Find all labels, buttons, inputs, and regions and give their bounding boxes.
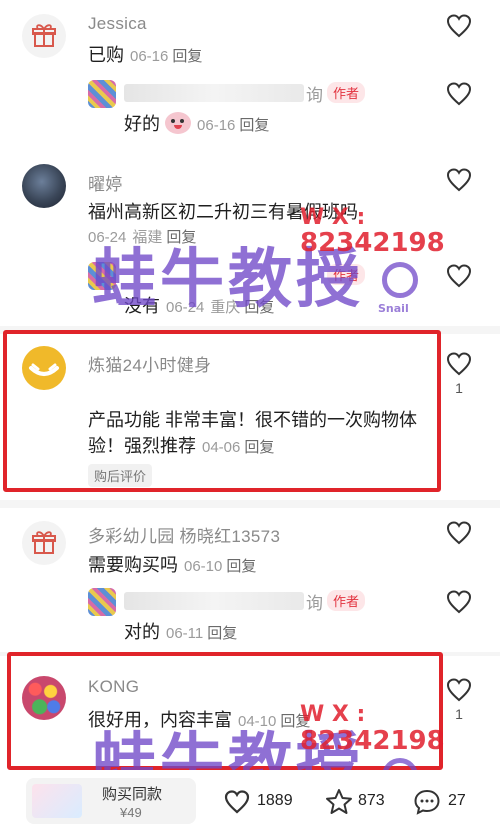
comment-count: 27 xyxy=(448,792,466,809)
reply-button[interactable]: 回复 xyxy=(172,48,202,65)
heart-icon[interactable] xyxy=(445,262,473,290)
author-name-suffix: 询 xyxy=(306,86,323,105)
comment-body: 已购 xyxy=(88,45,124,65)
reply-text: 对的 06-11 回复 xyxy=(124,618,237,644)
author-name-suffix: 询 xyxy=(306,594,323,613)
buy-same-label: 购买同款 xyxy=(102,786,163,803)
like-count: 1889 xyxy=(257,792,293,809)
author-badge: 作者 xyxy=(327,82,366,103)
cat-logo-icon xyxy=(29,363,59,376)
gift-icon xyxy=(32,24,56,47)
watermark-wx: W X : xyxy=(300,205,366,230)
comment-date: 04-06 xyxy=(202,439,241,456)
gift-icon xyxy=(32,531,56,554)
comment-text: 需要购买吗 06-10 回复 xyxy=(88,551,256,577)
author-avatar[interactable] xyxy=(88,80,116,108)
author-name-blurred xyxy=(124,592,304,610)
watermark-wx: W X : xyxy=(300,702,366,727)
emoji-sticker xyxy=(165,112,192,134)
comment-text: 已购 06-16 回复 xyxy=(88,41,202,67)
watermark-phone: 82342198 xyxy=(300,726,445,756)
comment-date: 06-10 xyxy=(184,558,223,575)
author-avatar[interactable] xyxy=(88,588,116,616)
avatar[interactable] xyxy=(22,164,66,208)
watermark-phone: 82342198 xyxy=(300,228,445,258)
star-icon[interactable] xyxy=(324,787,354,817)
avatar[interactable] xyxy=(22,521,66,565)
avatar[interactable] xyxy=(22,346,66,390)
comment-username[interactable]: 多彩幼儿园 杨晓红13573 xyxy=(88,522,280,547)
heart-icon[interactable] xyxy=(222,788,252,816)
comment-username[interactable]: KONG xyxy=(88,677,139,697)
heart-icon[interactable] xyxy=(445,588,473,616)
product-thumbnail xyxy=(32,784,82,818)
section-divider xyxy=(0,500,500,508)
buy-same-button[interactable]: 购买同款 ¥49 xyxy=(26,778,196,824)
star-count: 873 xyxy=(358,792,385,809)
reply-button[interactable]: 回复 xyxy=(226,558,256,575)
heart-icon[interactable] xyxy=(445,519,473,547)
like-count: 1 xyxy=(455,380,463,396)
product-price: ¥49 xyxy=(120,805,142,820)
author-name-blurred xyxy=(124,84,304,102)
comment-date: 06-16 xyxy=(130,48,169,65)
reply-date: 06-11 xyxy=(166,625,204,642)
comment-icon[interactable] xyxy=(412,787,442,817)
heart-icon[interactable] xyxy=(445,350,473,378)
reply-button[interactable]: 回复 xyxy=(239,117,269,134)
comment-body: 需要购买吗 xyxy=(88,555,178,575)
reply-body: 好的 xyxy=(124,114,160,134)
reply-date: 06-16 xyxy=(197,117,236,134)
bottom-action-bar: 购买同款 ¥49 1889 873 27 xyxy=(0,770,500,831)
avatar[interactable] xyxy=(22,14,66,58)
comment-text-line1: 产品功能 非常丰富！很不错的一次购物体 xyxy=(88,410,417,430)
heart-icon[interactable] xyxy=(445,12,473,40)
heart-icon[interactable] xyxy=(445,80,473,108)
comment-username[interactable]: Jessica xyxy=(88,14,147,34)
avatar[interactable] xyxy=(22,676,66,720)
reply-button[interactable]: 回复 xyxy=(244,439,274,456)
post-purchase-tag: 购后评价 xyxy=(88,464,153,487)
reply-body: 对的 xyxy=(124,622,160,642)
heart-icon[interactable] xyxy=(445,166,473,194)
reply-text: 好的 06-16 回复 xyxy=(124,110,269,136)
comment-text-line2: 验！强烈推荐 04-06 回复 xyxy=(88,432,274,458)
heart-icon[interactable] xyxy=(445,676,473,704)
comment-username[interactable]: 炼猫24小时健身 xyxy=(88,351,211,376)
watermark-snail-icon xyxy=(382,262,418,298)
comment-body: 验！强烈推荐 xyxy=(88,436,196,456)
author-badge: 作者 xyxy=(327,590,366,611)
like-count: 1 xyxy=(455,706,463,722)
reply-button[interactable]: 回复 xyxy=(207,625,237,642)
watermark-small: Snail xyxy=(378,302,409,315)
comment-username[interactable]: 曜婷 xyxy=(88,170,123,195)
